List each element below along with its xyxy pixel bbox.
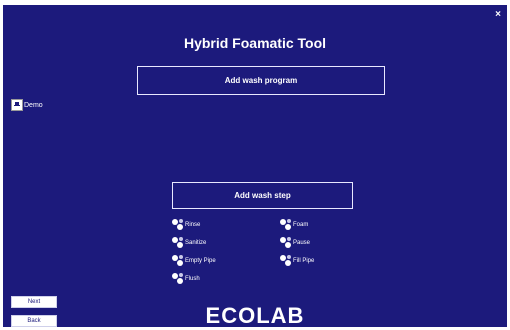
program-label: Demo (24, 101, 43, 109)
step-option-pause[interactable]: Pause (280, 237, 310, 248)
step-label: Sanitize (185, 239, 207, 246)
step-icon (172, 219, 183, 230)
step-label: Foam (293, 221, 309, 228)
step-icon (172, 273, 183, 284)
program-item-demo[interactable]: Demo (11, 99, 43, 111)
ecolab-logo: ECOLAB (205, 303, 305, 327)
step-option-foam[interactable]: Foam (280, 219, 308, 230)
add-wash-step-button[interactable]: Add wash step (172, 182, 353, 209)
app-window: × Hybrid Foamatic Tool Add wash program … (3, 5, 507, 327)
step-option-flush[interactable]: Flush (172, 273, 200, 284)
step-label: Fill Pipe (293, 257, 315, 264)
step-label: Rinse (185, 221, 201, 228)
step-label: Empty Pipe (185, 257, 216, 264)
step-icon (172, 237, 183, 248)
step-icon (172, 255, 183, 266)
step-option-rinse[interactable]: Rinse (172, 219, 200, 230)
step-label: Flush (185, 275, 200, 282)
step-label: Pause (293, 239, 311, 246)
close-icon[interactable]: × (495, 9, 501, 20)
add-wash-program-button[interactable]: Add wash program (137, 66, 385, 95)
step-option-sanitize[interactable]: Sanitize (172, 237, 206, 248)
step-option-fill-pipe[interactable]: Fill Pipe (280, 255, 314, 266)
step-icon (280, 255, 291, 266)
page-title: Hybrid Foamatic Tool (183, 35, 327, 51)
program-icon (11, 99, 23, 111)
step-option-empty-pipe[interactable]: Empty Pipe (172, 255, 216, 266)
step-icon (280, 237, 291, 248)
step-icon (280, 219, 291, 230)
